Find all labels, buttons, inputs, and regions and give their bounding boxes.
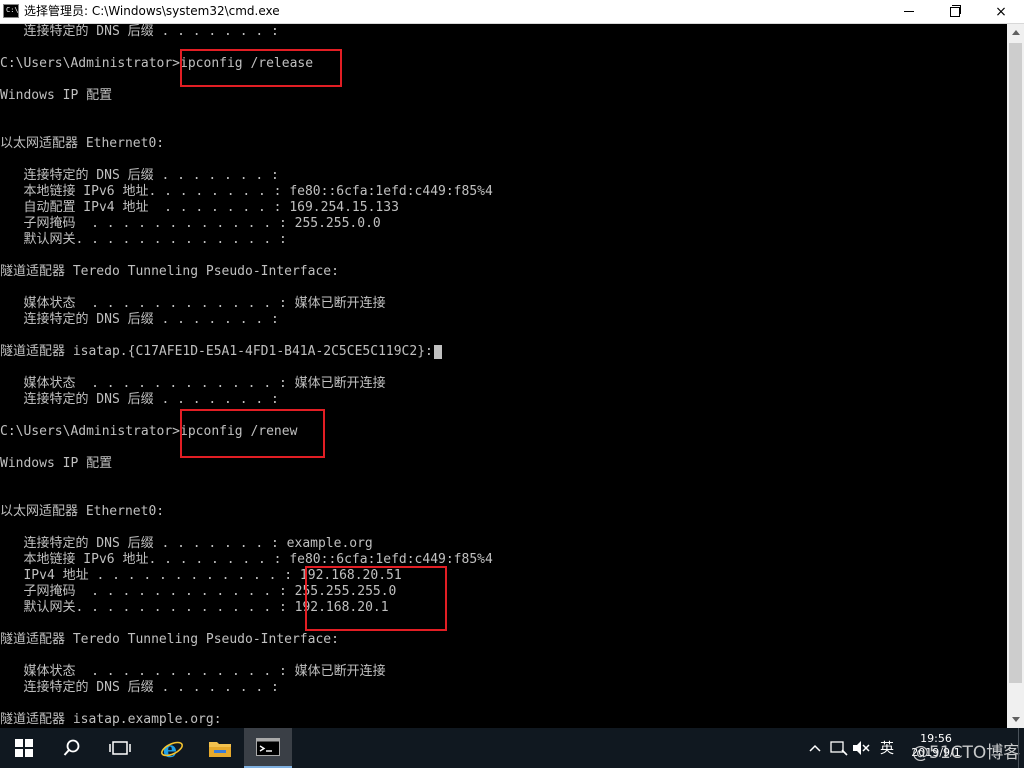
internet-explorer-button[interactable]: e [148, 728, 196, 768]
console-line: 隧道适配器 isatap.{C17AFE1D-E5A1-4FD1-B41A-2C… [0, 344, 442, 360]
command-prompt-taskbar-button[interactable] [244, 728, 292, 768]
console-line: Windows IP 配置 [0, 456, 113, 471]
task-view-icon [109, 741, 131, 755]
highlight-renew-command [180, 409, 325, 458]
console-line: 默认网关. . . . . . . . . . . . . : [0, 232, 287, 247]
highlight-release-command [180, 49, 342, 87]
highlight-new-ip-settings [305, 566, 447, 631]
windows-start-icon [15, 739, 33, 757]
console-line: 媒体状态 . . . . . . . . . . . . : 媒体已断开连接 [0, 296, 386, 311]
console-line: 连接特定的 DNS 后缀 . . . . . . . : example.org [0, 536, 373, 551]
scroll-up-icon [1011, 30, 1020, 35]
console-line: 连接特定的 DNS 后缀 . . . . . . . : [0, 168, 279, 183]
scrollbar-thumb[interactable] [1009, 43, 1022, 683]
vertical-scrollbar[interactable] [1007, 24, 1024, 728]
close-icon: × [995, 3, 1007, 20]
maximize-icon [950, 4, 961, 17]
action-center-tray-button[interactable] [828, 728, 850, 768]
console-line: 隧道适配器 Teredo Tunneling Pseudo-Interface: [0, 632, 339, 647]
console-line: 媒体状态 . . . . . . . . . . . . : 媒体已断开连接 [0, 376, 386, 391]
console-line: Windows IP 配置 [0, 88, 113, 103]
file-explorer-button[interactable] [196, 728, 244, 768]
scroll-down-icon [1011, 717, 1020, 722]
console-output[interactable]: 连接特定的 DNS 后缀 . . . . . . . : C:\Users\Adm… [0, 24, 1007, 728]
console-line: 以太网适配器 Ethernet0: [0, 136, 165, 151]
minimize-button[interactable] [886, 0, 932, 23]
window-title: 选择管理员: C:\Windows\system32\cmd.exe [24, 4, 280, 18]
console-line: 连接特定的 DNS 后缀 . . . . . . . : [0, 312, 279, 327]
internet-explorer-icon: e [161, 737, 183, 760]
scroll-up-button[interactable] [1007, 24, 1024, 41]
console-line: 自动配置 IPv4 地址 . . . . . . . : 169.254.15.… [0, 200, 399, 215]
console-line: 以太网适配器 Ethernet0: [0, 504, 165, 519]
action-center-flag-icon [830, 741, 848, 756]
console-line: 本地链接 IPv6 地址. . . . . . . . : fe80::6cfa… [0, 184, 493, 199]
chevron-up-icon [809, 744, 821, 752]
volume-tray-button[interactable] [850, 728, 872, 768]
console-line: 连接特定的 DNS 后缀 . . . . . . . : [0, 680, 279, 695]
input-method-indicator[interactable]: 英 [874, 728, 900, 768]
text-cursor [433, 344, 442, 359]
close-button[interactable]: × [978, 0, 1024, 23]
volume-muted-icon [853, 741, 870, 755]
console-line: 隧道适配器 Teredo Tunneling Pseudo-Interface: [0, 264, 339, 279]
show-hidden-icons-button[interactable] [804, 728, 826, 768]
scroll-down-button[interactable] [1007, 711, 1024, 728]
console-line: 隧道适配器 isatap.example.org: [0, 712, 222, 727]
console-line: 连接特定的 DNS 后缀 . . . . . . . : [0, 392, 279, 407]
cmd-app-icon-label: C:\ [6, 6, 19, 14]
minimize-icon [904, 11, 914, 12]
console-line: 连接特定的 DNS 后缀 . . . . . . . : [0, 24, 279, 39]
search-button[interactable] [48, 728, 96, 768]
console-line: 媒体状态 . . . . . . . . . . . . : 媒体已断开连接 [0, 664, 386, 679]
start-button[interactable] [0, 728, 48, 768]
watermark: @51CTO博客 [912, 743, 1021, 763]
search-icon [63, 739, 80, 756]
show-desktop-button[interactable] [1018, 728, 1024, 768]
maximize-button[interactable] [932, 0, 978, 23]
file-explorer-icon [209, 742, 231, 757]
command-prompt-icon [256, 738, 280, 756]
title-bar[interactable]: C:\ 选择管理员: C:\Windows\system32\cmd.exe × [0, 0, 1024, 24]
console-line: 子网掩码 . . . . . . . . . . . . : 255.255.0… [0, 216, 381, 231]
taskbar: e 英 19:56 2019/9/1 @51CTO博客 [0, 728, 1024, 768]
cmd-app-icon[interactable]: C:\ [3, 4, 19, 18]
task-view-button[interactable] [96, 728, 144, 768]
